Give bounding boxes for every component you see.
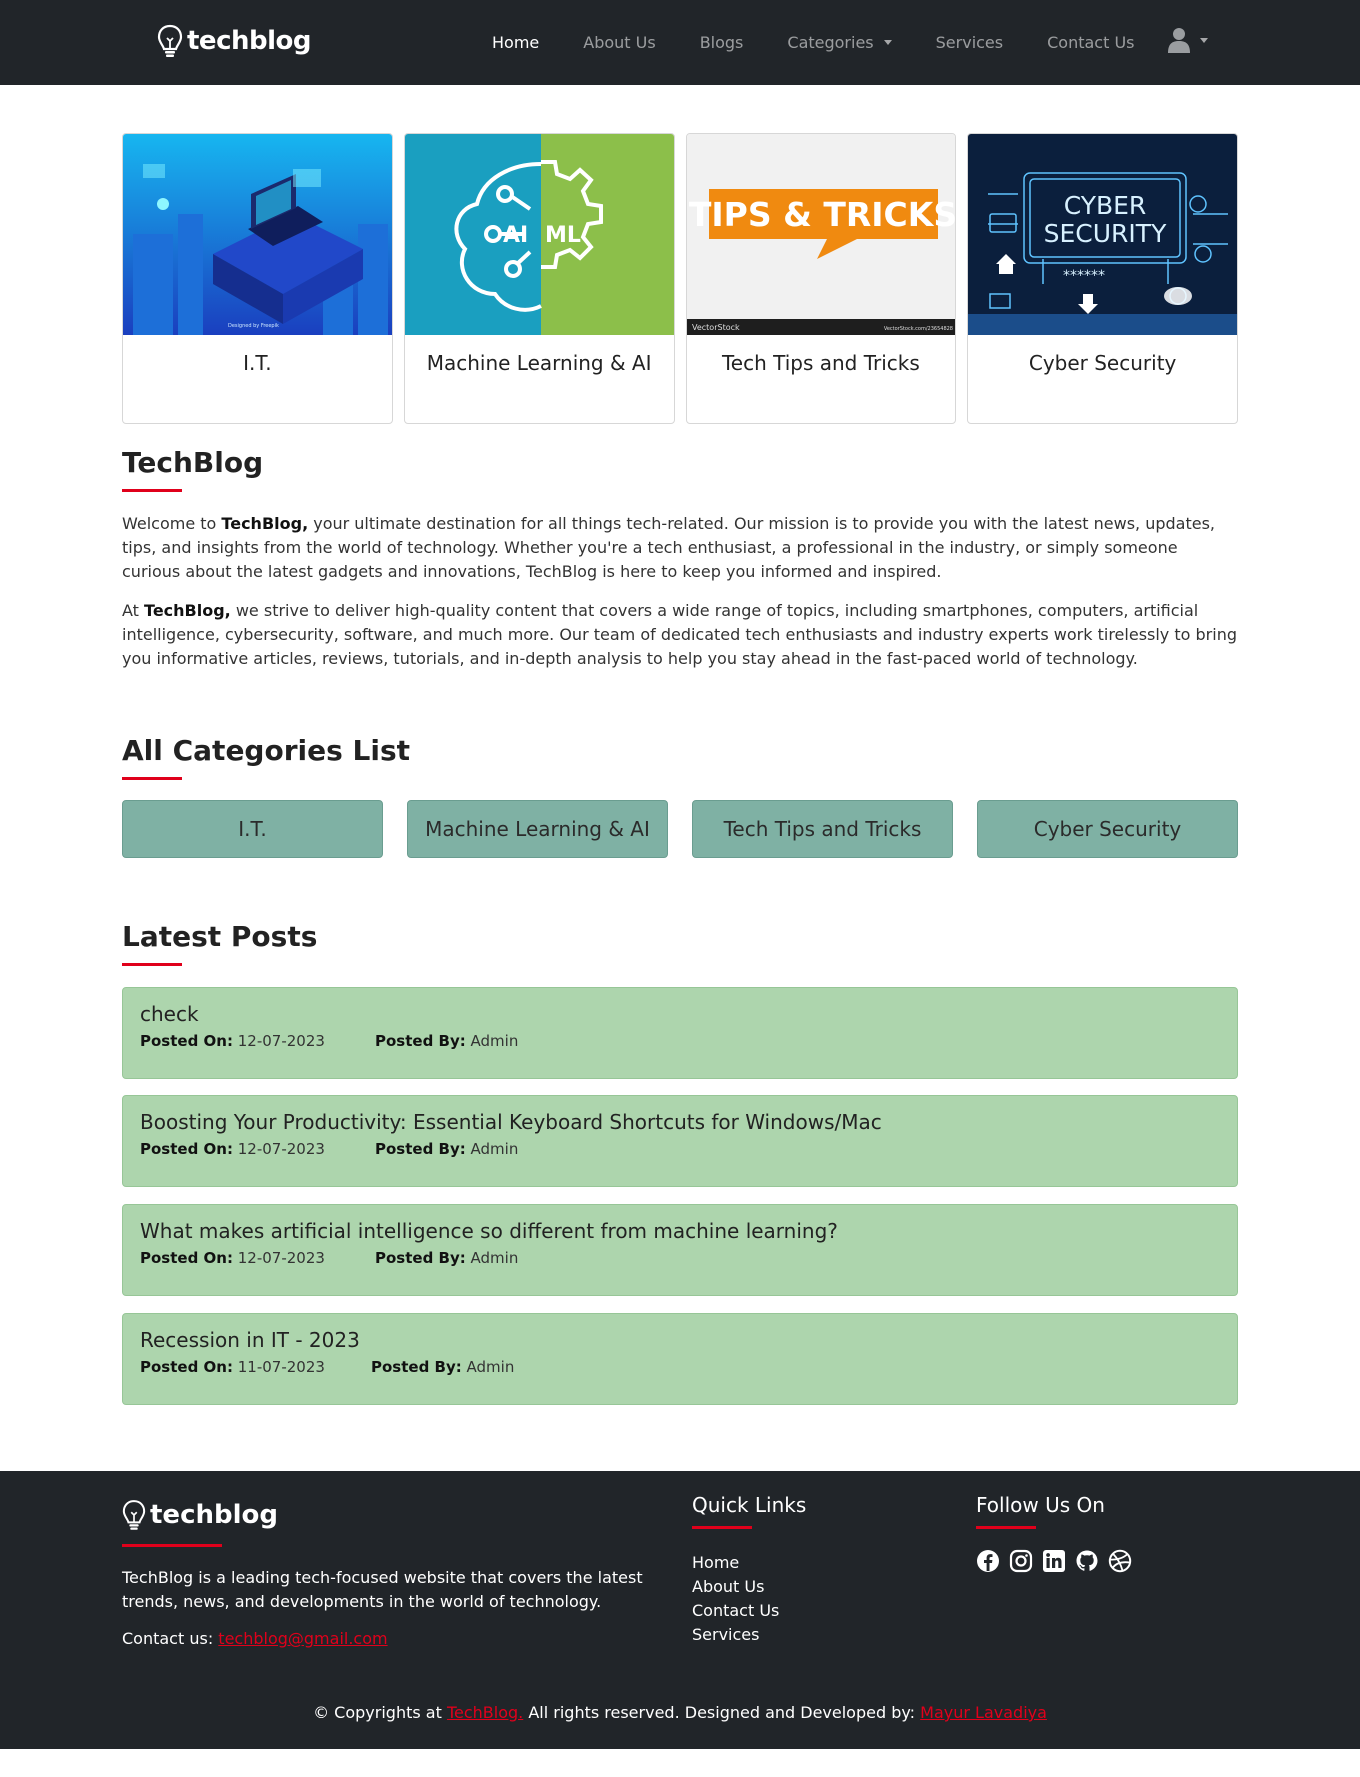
quick-links-list: Home About Us Contact Us Services <box>692 1551 779 1647</box>
lightbulb-icon <box>157 24 183 57</box>
category-cards: Designed by Freepik I.T. AI ML Machine L… <box>122 133 1238 424</box>
post-meta: Posted On: 12-07-2023 Posted By: Admin <box>140 1140 519 1158</box>
lightbulb-icon <box>122 1500 146 1530</box>
footer-link-contact-us[interactable]: Contact Us <box>692 1599 779 1623</box>
svg-text:******: ****** <box>1063 268 1105 284</box>
post-meta: Posted On: 11-07-2023 Posted By: Admin <box>140 1358 515 1376</box>
card-title: Machine Learning & AI <box>426 351 652 375</box>
about-paragraph-2: At TechBlog, we strive to deliver high-q… <box>122 601 1237 668</box>
nav-home[interactable]: Home <box>470 33 561 52</box>
about-title: TechBlog <box>122 446 264 479</box>
brand-name: techblog <box>187 26 311 56</box>
instagram-icon[interactable] <box>1009 1549 1033 1573</box>
nav-blogs[interactable]: Blogs <box>678 33 766 52</box>
post-card[interactable]: check Posted On: 12-07-2023 Posted By: A… <box>122 987 1238 1079</box>
category-card-tech-tips[interactable]: TIPS & TRICKS VectorStock VectorStock.co… <box>685 133 957 424</box>
post-card[interactable]: What makes artificial intelligence so di… <box>122 1204 1238 1296</box>
facebook-icon[interactable] <box>976 1549 1000 1573</box>
svg-text:SECURITY: SECURITY <box>1044 219 1167 248</box>
post-card[interactable]: Recession in IT - 2023 Posted On: 11-07-… <box>122 1313 1238 1405</box>
footer-link-services[interactable]: Services <box>692 1623 779 1647</box>
post-date: 11-07-2023 <box>237 1358 325 1376</box>
svg-text:AI: AI <box>503 223 528 248</box>
it-illustration: Designed by Freepik <box>123 134 392 335</box>
footer-contact: Contact us: techblog@gmail.com <box>122 1629 388 1648</box>
nav-categories-dropdown[interactable]: Categories <box>765 33 913 52</box>
footer-description: TechBlog is a leading tech-focused websi… <box>122 1568 643 1611</box>
post-date: 12-07-2023 <box>237 1249 325 1267</box>
tips-tricks-illustration: TIPS & TRICKS VectorStock VectorStock.co… <box>686 134 956 335</box>
quick-links-title: Quick Links <box>692 1493 807 1517</box>
copyright-techblog-link[interactable]: TechBlog. <box>447 1703 523 1722</box>
nav-services[interactable]: Services <box>914 33 1025 52</box>
footer-brand-underline <box>122 1544 222 1547</box>
category-button-it[interactable]: I.T. <box>122 800 383 858</box>
svg-text:CYBER: CYBER <box>1064 191 1147 220</box>
footer-link-home[interactable]: Home <box>692 1551 779 1575</box>
contact-email-link[interactable]: techblog@gmail.com <box>218 1629 387 1648</box>
latest-posts-title-underline <box>122 963 182 966</box>
about-paragraph-1: Welcome to TechBlog, your ultimate desti… <box>122 514 1216 581</box>
user-menu-dropdown[interactable] <box>1168 27 1208 53</box>
social-links <box>976 1549 1132 1573</box>
post-title[interactable]: check <box>140 1002 1220 1026</box>
linkedin-icon[interactable] <box>1042 1549 1066 1573</box>
post-date: 12-07-2023 <box>237 1032 325 1050</box>
svg-text:Designed by Freepik: Designed by Freepik <box>228 323 279 329</box>
post-author: Admin <box>470 1032 519 1050</box>
category-button-ml-ai[interactable]: Machine Learning & AI <box>407 800 668 858</box>
developer-link[interactable]: Mayur Lavadiya <box>920 1703 1047 1722</box>
post-card[interactable]: Boosting Your Productivity: Essential Ke… <box>122 1095 1238 1187</box>
svg-text:TIPS & TRICKS: TIPS & TRICKS <box>688 195 955 234</box>
dribbble-icon[interactable] <box>1108 1549 1132 1573</box>
caret-down-icon <box>883 40 892 45</box>
follow-us-title: Follow Us On <box>976 1493 1105 1517</box>
cyber-security-illustration: CYBER SECURITY ****** <box>968 134 1237 335</box>
about-text: Welcome to TechBlog, your ultimate desti… <box>122 512 1238 686</box>
follow-us-underline <box>976 1526 1036 1529</box>
category-button-cyber-security[interactable]: Cyber Security <box>977 800 1238 858</box>
post-date: 12-07-2023 <box>237 1140 325 1158</box>
nav-contact-us[interactable]: Contact Us <box>1025 33 1156 52</box>
category-card-it[interactable]: Designed by Freepik I.T. <box>122 133 393 424</box>
navbar: techblog Home About Us Blogs Categories … <box>0 0 1360 85</box>
nav-categories-label: Categories <box>787 33 874 52</box>
post-author: Admin <box>470 1140 519 1158</box>
brand-logo[interactable]: techblog <box>157 24 311 58</box>
latest-posts-title: Latest Posts <box>122 920 318 953</box>
copyright: © Copyrights at TechBlog. All rights res… <box>313 1703 1047 1722</box>
nav-menu: Home About Us Blogs Categories Services … <box>470 0 1157 85</box>
card-title: Tech Tips and Tricks <box>721 351 920 375</box>
post-meta: Posted On: 12-07-2023 Posted By: Admin <box>140 1032 519 1050</box>
svg-text:VectorStock.com/23654828: VectorStock.com/23654828 <box>883 326 952 332</box>
categories-title-underline <box>122 777 182 780</box>
quick-links-underline <box>692 1526 752 1529</box>
footer-link-about-us[interactable]: About Us <box>692 1575 779 1599</box>
post-title[interactable]: Recession in IT - 2023 <box>140 1328 1220 1352</box>
categories-title: All Categories List <box>122 734 411 767</box>
github-icon[interactable] <box>1075 1549 1099 1573</box>
card-title: Cyber Security <box>1028 351 1177 375</box>
post-meta: Posted On: 12-07-2023 Posted By: Admin <box>140 1249 519 1267</box>
svg-text:VectorStock: VectorStock <box>692 323 740 332</box>
footer: techblog TechBlog is a leading tech-focu… <box>0 1471 1360 1749</box>
category-buttons: I.T. Machine Learning & AI Tech Tips and… <box>122 800 1238 858</box>
nav-about-us[interactable]: About Us <box>561 33 677 52</box>
category-button-tech-tips[interactable]: Tech Tips and Tricks <box>692 800 953 858</box>
post-title[interactable]: What makes artificial intelligence so di… <box>140 1219 1220 1243</box>
footer-brand-name: techblog <box>150 1500 278 1530</box>
category-card-ml-ai[interactable]: AI ML Machine Learning & AI <box>403 133 675 424</box>
footer-brand-logo[interactable]: techblog <box>122 1499 278 1531</box>
ml-ai-illustration: AI ML <box>404 134 674 335</box>
post-author: Admin <box>470 1249 519 1267</box>
post-author: Admin <box>466 1358 515 1376</box>
user-icon <box>1168 28 1190 53</box>
category-card-cyber-security[interactable]: CYBER SECURITY ****** Cyber Security <box>967 133 1238 424</box>
post-title[interactable]: Boosting Your Productivity: Essential Ke… <box>140 1110 1220 1134</box>
svg-text:ML: ML <box>545 223 581 248</box>
card-title: I.T. <box>243 351 272 375</box>
about-title-underline <box>122 489 182 492</box>
caret-down-icon <box>1200 37 1208 43</box>
